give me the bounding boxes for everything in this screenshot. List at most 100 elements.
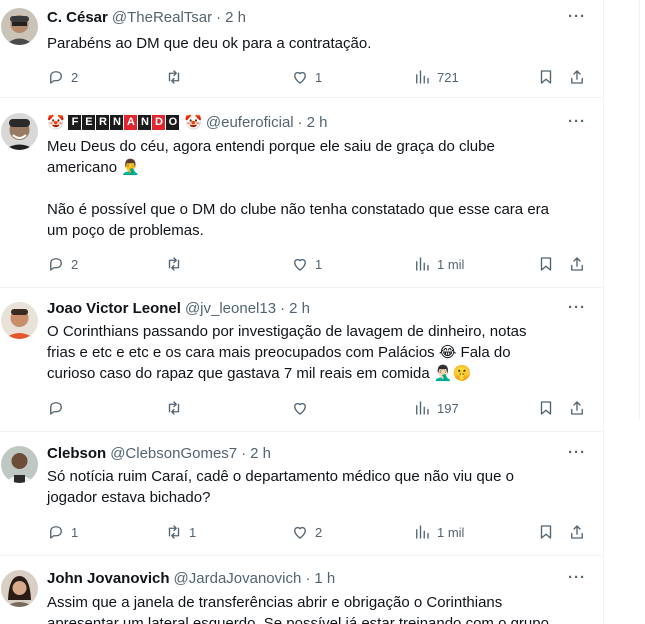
reply-button[interactable]: 1 — [47, 522, 78, 542]
retweet-button[interactable] — [165, 254, 189, 274]
more-icon[interactable]: ··· — [566, 570, 588, 589]
avatar[interactable] — [1, 113, 38, 150]
views-icon — [416, 401, 429, 415]
timestamp[interactable]: 1 h — [314, 570, 335, 587]
user-handle[interactable]: @JardaJovanovich — [174, 570, 302, 587]
separator: · — [297, 113, 303, 131]
more-icon[interactable]: ··· — [566, 300, 588, 319]
tweet-header: 🤡 F E R N A N D O 🤡 @euferoficial · 2 h — [47, 112, 328, 132]
reply-button[interactable]: 2 — [47, 254, 78, 274]
like-button[interactable]: 1 — [291, 254, 322, 274]
share-icon — [571, 525, 583, 539]
tweet[interactable]: C. César @TheRealTsar · 2 h ··· Parabéns… — [0, 0, 603, 98]
bookmark-button[interactable] — [537, 522, 555, 542]
views-icon — [416, 70, 429, 84]
share-icon — [571, 401, 583, 415]
like-icon — [294, 258, 306, 271]
display-name[interactable]: C. César — [47, 9, 108, 26]
clown-emoji: 🤡 — [184, 114, 202, 130]
bookmark-icon — [540, 70, 552, 84]
reply-button[interactable]: 2 — [47, 67, 78, 87]
views-icon — [416, 257, 429, 271]
tweet[interactable]: Joao Victor Leonel @jv_leonel13 · 2 h ··… — [0, 288, 603, 432]
retweet-icon — [168, 70, 180, 84]
display-name[interactable]: John Jovanovich — [47, 570, 170, 587]
reply-icon — [50, 402, 62, 415]
reply-button[interactable] — [47, 398, 71, 418]
tweet-text: Só notícia ruim Caraí, cadê o departamen… — [47, 468, 514, 506]
share-button[interactable] — [568, 254, 586, 274]
share-button[interactable] — [568, 522, 586, 542]
tweet-text: Meu Deus do céu, agora entendi porque el… — [47, 138, 549, 239]
views-button[interactable]: 721 — [413, 67, 459, 87]
retweet-button[interactable]: 1 — [165, 522, 196, 542]
like-icon — [294, 71, 306, 84]
action-bar: 2 1 1 mil — [47, 254, 592, 274]
like-button[interactable]: 2 — [291, 522, 322, 542]
tweet-text: Parabéns ao DM que deu ok para a contrat… — [47, 35, 372, 52]
tweet[interactable]: John Jovanovich @JardaJovanovich · 1 h ·… — [0, 556, 603, 624]
retweet-button[interactable] — [165, 67, 189, 87]
bookmark-button[interactable] — [537, 67, 555, 87]
views-icon — [416, 525, 429, 539]
avatar[interactable] — [1, 302, 38, 339]
bookmark-button[interactable] — [537, 398, 555, 418]
share-icon — [571, 257, 583, 271]
action-bar: 2 1 721 — [47, 67, 592, 87]
timestamp[interactable]: 2 h — [225, 9, 246, 26]
share-icon — [571, 70, 583, 84]
share-button[interactable] — [568, 67, 586, 87]
tweet-header: John Jovanovich @JardaJovanovich · 1 h — [47, 568, 335, 588]
user-handle[interactable]: @TheRealTsar — [112, 9, 212, 26]
reply-icon — [50, 258, 62, 271]
sidebar-divider — [639, 0, 640, 420]
timestamp[interactable]: 2 h — [307, 114, 328, 131]
more-icon[interactable]: ··· — [566, 9, 588, 28]
tweet-text: Assim que a janela de transferências abr… — [47, 594, 549, 624]
bookmark-icon — [540, 525, 552, 539]
tweet-header: Joao Victor Leonel @jv_leonel13 · 2 h — [47, 298, 310, 318]
views-button[interactable]: 197 — [413, 398, 459, 418]
display-name[interactable]: Joao Victor Leonel — [47, 300, 181, 317]
column-divider — [603, 0, 604, 624]
bookmark-icon — [540, 257, 552, 271]
retweet-icon — [168, 257, 180, 271]
more-icon[interactable]: ··· — [566, 114, 588, 133]
retweet-button[interactable] — [165, 398, 189, 418]
timestamp[interactable]: 2 h — [289, 300, 310, 317]
views-button[interactable]: 1 mil — [413, 254, 464, 274]
avatar[interactable] — [1, 446, 38, 483]
bookmark-button[interactable] — [537, 254, 555, 274]
reply-icon — [50, 526, 62, 539]
like-icon — [294, 526, 306, 539]
separator: · — [280, 299, 286, 317]
tweet-header: Clebson @ClebsonGomes7 · 2 h — [47, 443, 271, 463]
user-handle[interactable]: @euferoficial — [206, 114, 294, 131]
action-bar: 1 1 2 1 mil — [47, 522, 592, 542]
reply-icon — [50, 71, 62, 84]
views-button[interactable]: 1 mil — [413, 522, 464, 542]
display-name[interactable]: 🤡 F E R N A N D O 🤡 — [47, 114, 202, 130]
more-icon[interactable]: ··· — [566, 445, 588, 464]
clown-emoji: 🤡 — [47, 114, 65, 130]
share-button[interactable] — [568, 398, 586, 418]
retweet-icon — [168, 525, 180, 539]
like-button[interactable]: 1 — [291, 67, 322, 87]
tweet-header: C. César @TheRealTsar · 2 h — [47, 7, 246, 27]
tweet[interactable]: Clebson @ClebsonGomes7 · 2 h ··· Só notí… — [0, 432, 603, 556]
like-icon — [294, 402, 306, 415]
timestamp[interactable]: 2 h — [250, 445, 271, 462]
user-handle[interactable]: @ClebsonGomes7 — [110, 445, 237, 462]
separator: · — [216, 8, 222, 26]
bookmark-icon — [540, 401, 552, 415]
like-button[interactable] — [291, 398, 315, 418]
avatar[interactable] — [1, 8, 38, 45]
tweet[interactable]: 🤡 F E R N A N D O 🤡 @euferoficial · 2 h … — [0, 98, 603, 288]
action-bar: 197 — [47, 398, 592, 418]
separator: · — [241, 444, 247, 462]
tweet-text: O Corinthians passando por investigação … — [47, 323, 527, 382]
timeline-feed: C. César @TheRealTsar · 2 h ··· Parabéns… — [0, 0, 603, 624]
display-name[interactable]: Clebson — [47, 445, 106, 462]
user-handle[interactable]: @jv_leonel13 — [185, 300, 276, 317]
avatar[interactable] — [1, 570, 38, 607]
